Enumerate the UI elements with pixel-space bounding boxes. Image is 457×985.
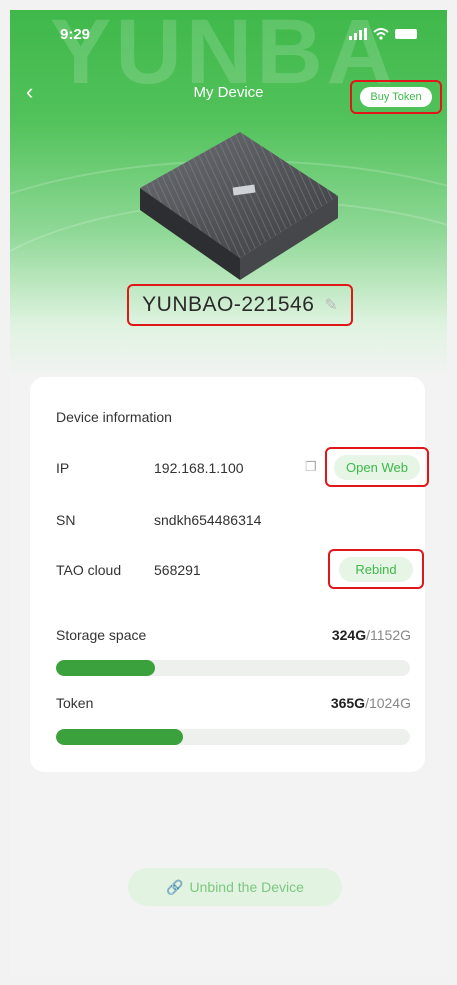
storage-progress-fill: [56, 660, 156, 676]
tao-cloud-value: 568291: [154, 562, 201, 578]
battery-icon: [395, 29, 417, 39]
storage-total: /1152G: [366, 627, 411, 643]
link-icon: 🔗: [166, 878, 184, 895]
status-bar: 9:29: [10, 10, 447, 54]
phone-screen: YUNBA 9:29 ‹ My Device Buy Token YUNBAO-…: [10, 10, 447, 975]
system-icons: [349, 28, 417, 40]
sn-label: SN: [56, 512, 76, 528]
signal-icon: [349, 28, 367, 40]
ip-value: 192.168.1.100: [154, 460, 244, 476]
copy-icon[interactable]: ❐: [305, 459, 317, 475]
open-web-button[interactable]: Open Web: [325, 447, 429, 487]
wifi-icon: [373, 28, 389, 40]
edit-icon[interactable]: ✎: [324, 295, 337, 315]
nav-bar: ‹ My Device Buy Token: [10, 76, 447, 114]
storage-value: 324G/1152G: [211, 627, 411, 643]
unbind-device-button[interactable]: 🔗 Unbind the Device: [128, 868, 342, 906]
rebind-button[interactable]: Rebind: [328, 549, 424, 589]
device-image: [140, 132, 338, 280]
status-time: 9:29: [60, 26, 91, 43]
card-title: Device information: [56, 409, 172, 425]
token-value: 365G/1024G: [211, 695, 411, 711]
token-used: 365G: [330, 695, 366, 711]
device-info-card: Device information IP 192.168.1.100 ❐ Op…: [30, 377, 429, 772]
device-name-box: YUNBAO-221546 ✎: [127, 284, 353, 326]
tao-cloud-label: TAO cloud: [56, 562, 122, 578]
token-total: /1024G: [365, 695, 411, 711]
storage-label: Storage space: [56, 627, 147, 643]
sn-value: sndkh654486314: [154, 512, 262, 528]
storage-progress-bar: [56, 660, 410, 676]
token-progress-bar: [56, 729, 410, 745]
rebind-label: Rebind: [339, 556, 413, 582]
token-label: Token: [56, 695, 94, 711]
storage-used: 324G: [331, 627, 367, 643]
token-progress-fill: [56, 729, 184, 745]
device-name: YUNBAO-221546: [142, 293, 315, 316]
buy-token-button[interactable]: Buy Token: [350, 80, 442, 114]
unbind-label: Unbind the Device: [189, 879, 304, 895]
open-web-label: Open Web: [334, 454, 420, 480]
buy-token-label: Buy Token: [360, 87, 432, 107]
ip-label: IP: [56, 460, 70, 476]
